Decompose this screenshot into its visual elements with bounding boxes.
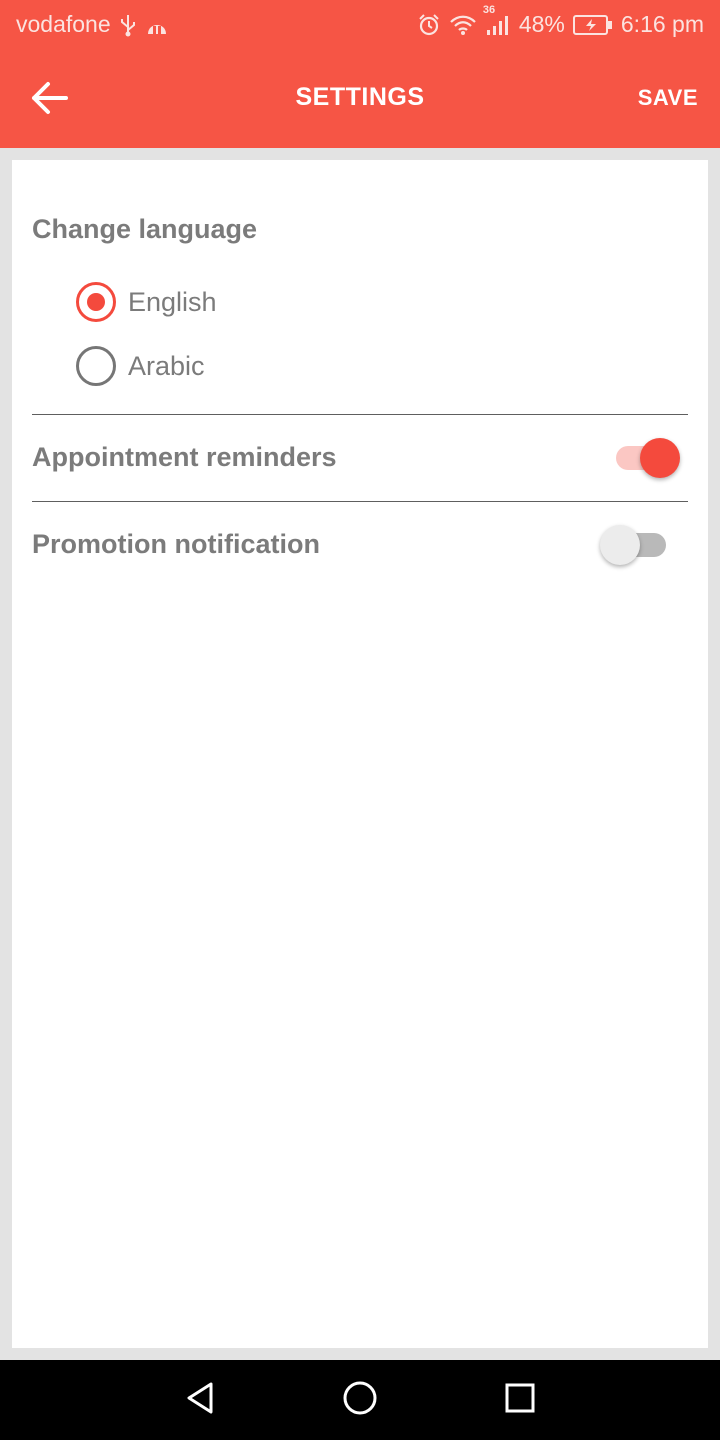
- nav-home-button[interactable]: [340, 1380, 380, 1420]
- radio-label-arabic: Arabic: [128, 350, 205, 381]
- battery-charging-icon: [572, 14, 613, 36]
- wifi-icon: [449, 14, 477, 36]
- nav-back-button[interactable]: [180, 1380, 220, 1420]
- radio-label-english: English: [128, 286, 217, 317]
- divider: [32, 414, 688, 415]
- save-button[interactable]: SAVE: [638, 85, 698, 111]
- app-bar: SETTINGS SAVE: [0, 50, 720, 148]
- promotion-notification-toggle[interactable]: [600, 525, 668, 565]
- carrier-name: vodafone: [16, 11, 111, 37]
- appointment-reminders-toggle[interactable]: [614, 438, 682, 478]
- recents-square-icon: [503, 1381, 537, 1420]
- promotion-notification-label: Promotion notification: [32, 529, 320, 559]
- toggle-thumb: [640, 438, 680, 478]
- appointment-reminders-label: Appointment reminders: [32, 442, 337, 472]
- settings-card: Change language English Arabic Appointme…: [12, 160, 708, 1348]
- radio-unchecked-icon: [76, 346, 116, 386]
- nav-recents-button[interactable]: [500, 1380, 540, 1420]
- home-circle-icon: [342, 1380, 378, 1421]
- signal-icon: 36: [483, 4, 511, 36]
- radio-option-arabic[interactable]: Arabic: [76, 346, 205, 386]
- app-notification-icon: [145, 14, 169, 36]
- radio-checked-icon: [76, 282, 116, 322]
- back-triangle-icon: [183, 1380, 217, 1421]
- status-bar: vodafone 36 48% 6:16 pm: [0, 0, 720, 50]
- alarm-icon: [417, 13, 441, 37]
- network-type: 36: [482, 3, 496, 16]
- page-title: SETTINGS: [295, 83, 425, 111]
- language-section-title: Change language: [32, 214, 258, 244]
- battery-percent: 48%: [518, 11, 565, 37]
- radio-option-english[interactable]: English: [76, 282, 217, 322]
- system-nav-bar: [0, 1360, 720, 1440]
- usb-icon: [119, 13, 137, 37]
- clock: 6:16 pm: [620, 11, 704, 37]
- divider: [32, 501, 688, 502]
- toggle-thumb: [600, 525, 640, 565]
